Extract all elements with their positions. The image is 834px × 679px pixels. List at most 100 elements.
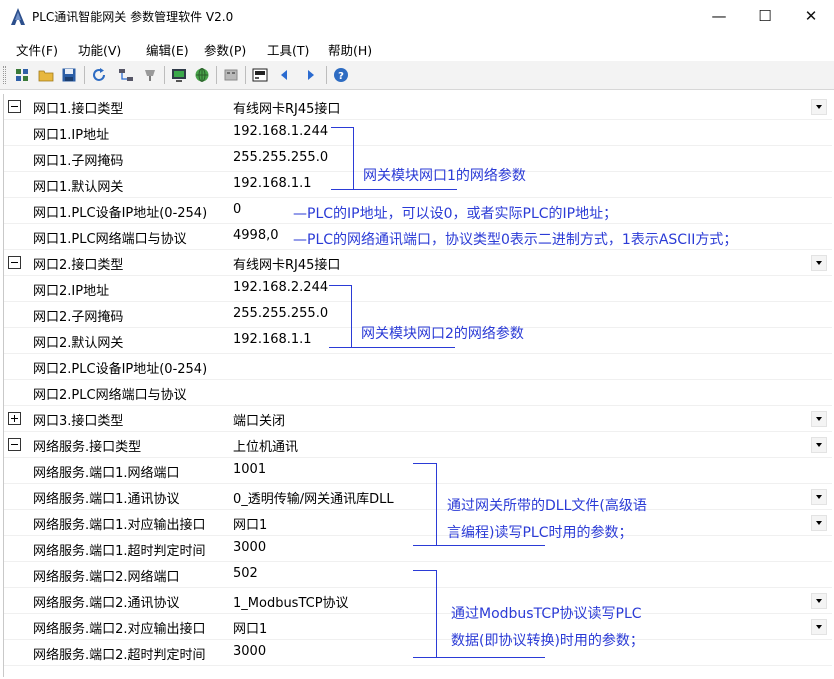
property-value[interactable]: 有线网卡RJ45接口 <box>233 254 340 273</box>
bracket-port1-top <box>331 127 353 128</box>
menu-params[interactable]: 参数(P) <box>204 40 246 59</box>
dropdown-arrow-icon[interactable] <box>811 255 827 271</box>
dropdown-arrow-icon[interactable] <box>811 619 827 635</box>
property-label: 网口2.PLC设备IP地址(0-254) <box>33 362 208 377</box>
open-folder-icon[interactable] <box>37 66 55 84</box>
property-label: 网口1.IP地址 <box>33 128 110 143</box>
device-icon[interactable] <box>141 66 159 84</box>
property-value[interactable]: 1001 <box>233 462 266 477</box>
property-label: 网络服务.端口2.对应输出接口 <box>33 622 206 637</box>
annotation-plc-port: —PLC的网络通讯端口，协议类型0表示二进制方式，1表示ASCII方式； <box>293 232 738 248</box>
property-value[interactable]: 有线网卡RJ45接口 <box>233 98 340 117</box>
chevron-down-icon <box>816 625 822 629</box>
property-row[interactable]: 网络服务.端口1.通讯协议 0_透明传输/网关通讯库DLL <box>4 484 832 510</box>
chevron-down-icon <box>816 417 822 421</box>
collapse-minus-icon[interactable] <box>8 438 21 451</box>
property-label: 网口1.接口类型 <box>33 102 124 117</box>
network-icon[interactable] <box>117 66 135 84</box>
download-params-icon[interactable] <box>13 66 31 84</box>
property-value[interactable]: 上位机通讯 <box>233 436 298 455</box>
property-label: 网络服务.接口类型 <box>33 440 142 455</box>
property-value[interactable]: 0 <box>233 202 241 217</box>
dropdown-arrow-icon[interactable] <box>811 515 827 531</box>
arrow-right-icon[interactable] <box>302 66 320 84</box>
menu-edit[interactable]: 编辑(E) <box>146 40 189 59</box>
toolbar-grip[interactable] <box>3 66 6 84</box>
menu-help[interactable]: 帮助(H) <box>328 40 372 59</box>
property-value[interactable]: 1_ModbusTCP协议 <box>233 592 349 611</box>
property-value[interactable]: 端口关闭 <box>233 410 285 429</box>
close-button[interactable]: ✕ <box>788 0 834 32</box>
bracket-port2-side <box>351 285 352 347</box>
chevron-down-icon <box>816 521 822 525</box>
annotation-dll-line2: 言编程)读写PLC时用的参数； <box>447 525 633 541</box>
toolbar-separator <box>245 66 246 84</box>
monitor-icon[interactable] <box>170 66 188 84</box>
property-label: 网络服务.端口1.通讯协议 <box>33 492 180 507</box>
property-label: 网口2.IP地址 <box>33 284 110 299</box>
property-label: 网络服务.端口1.网络端口 <box>33 466 180 481</box>
menu-tools[interactable]: 工具(T) <box>267 40 309 59</box>
property-value[interactable]: 192.168.2.244 <box>233 280 328 295</box>
property-value[interactable]: 4998,0 <box>233 228 279 243</box>
dropdown-arrow-icon[interactable] <box>811 411 827 427</box>
property-value[interactable]: 255.255.255.0 <box>233 150 328 165</box>
property-row[interactable]: 网络服务.端口2.网络端口 502 <box>4 562 832 588</box>
chevron-down-icon <box>816 495 822 499</box>
property-row[interactable]: 网口1.接口类型 有线网卡RJ45接口 <box>4 94 832 120</box>
bracket-modbus-bottom <box>413 657 545 658</box>
property-row[interactable]: 网络服务.端口2.超时判定时间 3000 <box>4 640 832 666</box>
gateway-icon[interactable] <box>222 66 240 84</box>
collapse-minus-icon[interactable] <box>8 256 21 269</box>
dropdown-arrow-icon[interactable] <box>811 593 827 609</box>
property-row[interactable]: 网络服务.端口1.网络端口 1001 <box>4 458 832 484</box>
property-row[interactable]: 网口2.PLC网络端口与协议 <box>4 380 832 406</box>
readout-icon[interactable] <box>251 66 269 84</box>
refresh-icon[interactable] <box>90 66 108 84</box>
title-bar: PLC通讯智能网关 参数管理软件 V2.0 — ☐ ✕ <box>0 0 834 33</box>
dropdown-arrow-icon[interactable] <box>811 437 827 453</box>
maximize-button[interactable]: ☐ <box>742 0 788 32</box>
property-row[interactable]: 网口2.PLC设备IP地址(0-254) <box>4 354 832 380</box>
dropdown-arrow-icon[interactable] <box>811 489 827 505</box>
menu-bar: 文件(F) 功能(V) 编辑(E) 参数(P) 工具(T) 帮助(H) <box>0 34 834 60</box>
property-value[interactable]: 网口1 <box>233 514 267 533</box>
toolbar: ? <box>0 61 834 90</box>
property-label: 网口1.PLC网络端口与协议 <box>33 232 187 247</box>
property-value[interactable]: 192.168.1.1 <box>233 176 312 191</box>
property-row[interactable]: 网口2.接口类型 有线网卡RJ45接口 <box>4 250 832 276</box>
property-label: 网口1.子网掩码 <box>33 154 124 169</box>
minimize-button[interactable]: — <box>696 0 742 32</box>
property-row[interactable]: 网口2.IP地址 192.168.2.244 <box>4 276 832 302</box>
dropdown-arrow-icon[interactable] <box>811 99 827 115</box>
property-value[interactable]: 网口1 <box>233 618 267 637</box>
menu-file[interactable]: 文件(F) <box>16 40 58 59</box>
save-disk-icon[interactable] <box>60 66 78 84</box>
property-row[interactable]: 网络服务.端口2.通讯协议 1_ModbusTCP协议 <box>4 588 832 614</box>
bracket-port2-bottom <box>329 347 455 348</box>
property-row[interactable]: 网络服务.端口2.对应输出接口 网口1 <box>4 614 832 640</box>
property-row[interactable]: 网络服务.接口类型 上位机通讯 <box>4 432 832 458</box>
help-icon[interactable]: ? <box>332 66 350 84</box>
property-value[interactable]: 3000 <box>233 540 266 555</box>
expand-plus-icon[interactable] <box>8 412 21 425</box>
annotation-modbus-line1: 通过ModbusTCP协议读写PLC <box>451 606 642 622</box>
property-value[interactable]: 255.255.255.0 <box>233 306 328 321</box>
property-row[interactable]: 网口3.接口类型 端口关闭 <box>4 406 832 432</box>
property-value[interactable]: 3000 <box>233 644 266 659</box>
globe-icon[interactable] <box>193 66 211 84</box>
collapse-minus-icon[interactable] <box>8 100 21 113</box>
menu-function[interactable]: 功能(V) <box>78 40 121 59</box>
annotation-modbus-line2: 数据(即协议转换)时用的参数； <box>451 633 644 649</box>
property-row[interactable]: 网口1.IP地址 192.168.1.244 <box>4 120 832 146</box>
property-value[interactable]: 192.168.1.1 <box>233 332 312 347</box>
property-value[interactable]: 502 <box>233 566 258 581</box>
property-value[interactable]: 192.168.1.244 <box>233 124 328 139</box>
property-row[interactable]: 网络服务.端口1.对应输出接口 网口1 <box>4 510 832 536</box>
property-value[interactable]: 0_透明传输/网关通讯库DLL <box>233 488 394 507</box>
annotation-dll-line1: 通过网关所带的DLL文件(高级语 <box>447 498 647 514</box>
chevron-down-icon <box>816 261 822 265</box>
arrow-left-icon[interactable] <box>275 66 293 84</box>
property-row[interactable]: 网络服务.端口1.超时判定时间 3000 <box>4 536 832 562</box>
property-label: 网口2.默认网关 <box>33 336 124 351</box>
